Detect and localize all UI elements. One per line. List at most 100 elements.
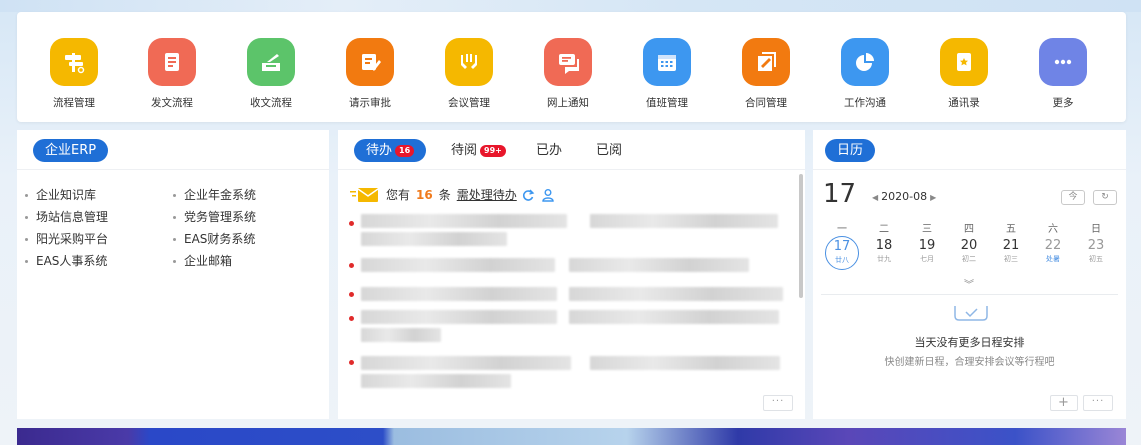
calendar-day[interactable]: 18 廿九 <box>867 238 901 264</box>
scrollbar[interactable] <box>799 174 803 298</box>
todo-item[interactable] <box>361 258 555 272</box>
todo-item[interactable] <box>361 232 507 246</box>
today-button[interactable]: 今 <box>1061 190 1085 205</box>
day-number: 23 <box>1087 238 1105 253</box>
empty-schedule-illustration-icon <box>954 306 988 321</box>
lunar-date: 七月 <box>920 255 934 263</box>
calendar-day[interactable]: 21 初三 <box>994 238 1028 264</box>
app-label: 收文流程 <box>250 97 292 109</box>
app-label: 发文流程 <box>151 97 193 109</box>
todo-item[interactable] <box>361 287 557 301</box>
app-label: 值班管理 <box>646 97 688 109</box>
empty-schedule-title: 当天没有更多日程安排 <box>914 336 1025 349</box>
erp-link[interactable]: 企业知识库 <box>24 184 108 206</box>
bottom-banner <box>17 428 1126 445</box>
app-label: 会议管理 <box>448 97 490 109</box>
empty-schedule-hint: 快创建新日程，合理安排会议等行程吧 <box>884 357 1055 368</box>
calendar-header: 日历 <box>813 130 1126 170</box>
erp-link[interactable]: 企业年金系统 <box>172 184 256 206</box>
to-read-badge: 99+ <box>480 144 506 157</box>
erp-link[interactable]: 阳光采购平台 <box>24 228 108 250</box>
calendar-day-weekend[interactable]: 23 初五 <box>1079 238 1113 264</box>
erp-panel: 企业ERP 企业知识库 场站信息管理 阳光采购平台 EAS人事系统 企业年金系统… <box>17 130 329 419</box>
list-bullet <box>349 221 354 226</box>
quick-app-bar: 流程管理 发文流程 收文流程 请示审批 会议管理 网上通知 值班管理 合同管理 … <box>17 12 1126 122</box>
day-number: 21 <box>1002 238 1020 253</box>
weekday-label: 五 <box>1006 224 1016 235</box>
user-icon[interactable] <box>541 188 555 202</box>
todo-item[interactable] <box>361 374 511 388</box>
tab-done[interactable]: 已办 <box>536 139 562 162</box>
app-more[interactable]: 更多 <box>1023 38 1103 110</box>
lunar-date: 初二 <box>962 255 976 263</box>
calendar-day[interactable]: 19 七月 <box>910 238 944 264</box>
erp-title: 企业ERP <box>33 139 109 162</box>
refresh-button[interactable]: ↻ <box>1093 190 1117 205</box>
pending-todo-link[interactable]: 需处理待办 <box>457 186 517 203</box>
app-meeting[interactable]: 会议管理 <box>429 38 509 110</box>
app-work-communication[interactable]: 工作沟通 <box>825 38 905 110</box>
app-label: 更多 <box>1052 97 1074 109</box>
signpost-icon <box>50 38 98 86</box>
erp-list-left: 企业知识库 场站信息管理 阳光采购平台 EAS人事系统 <box>24 184 108 272</box>
todo-item[interactable] <box>361 356 571 370</box>
todo-badge: 16 <box>395 144 415 157</box>
inbox-icon <box>247 38 295 86</box>
day-number: 19 <box>918 238 936 253</box>
header-background <box>0 0 1141 12</box>
tab-to-read[interactable]: 待阅 99+ <box>451 139 506 162</box>
pie-icon <box>841 38 889 86</box>
app-outgoing-document[interactable]: 发文流程 <box>132 38 212 110</box>
app-contacts[interactable]: 通讯录 <box>924 38 1004 110</box>
tab-label: 待办 <box>366 143 393 158</box>
todo-item[interactable] <box>361 214 567 228</box>
more-icon <box>1039 38 1087 86</box>
todo-item[interactable] <box>361 328 441 342</box>
todo-more-button[interactable]: ··· <box>763 395 793 411</box>
tab-todo[interactable]: 待办 16 <box>354 139 427 162</box>
expand-chevron-icon[interactable]: ︾ <box>964 276 974 291</box>
prev-month-icon[interactable]: ◀ <box>872 193 878 202</box>
month-switcher: ◀ 2020-08 ▶ <box>869 190 939 203</box>
erp-link[interactable]: 党务管理系统 <box>172 206 256 228</box>
refresh-icon[interactable] <box>521 188 535 202</box>
erp-link[interactable]: 企业邮箱 <box>172 250 256 272</box>
todo-count: 16 <box>416 187 433 202</box>
lunar-date: 初五 <box>1089 255 1103 263</box>
add-schedule-button[interactable]: + <box>1050 395 1078 411</box>
calendar-more-button[interactable]: ··· <box>1083 395 1113 411</box>
app-label: 通讯录 <box>948 97 980 109</box>
app-incoming-document[interactable]: 收文流程 <box>231 38 311 110</box>
next-month-icon[interactable]: ▶ <box>930 193 936 202</box>
erp-link[interactable]: EAS人事系统 <box>24 250 108 272</box>
todo-panel: 待办 16 待阅 99+ 已办 已阅 您有 16 条 需处理待办 ··· <box>338 130 805 419</box>
app-online-notice[interactable]: 网上通知 <box>528 38 608 110</box>
list-bullet <box>349 360 354 365</box>
erp-link[interactable]: EAS财务系统 <box>172 228 256 250</box>
day-number: 18 <box>875 238 893 253</box>
list-bullet <box>349 316 354 321</box>
erp-header: 企业ERP <box>17 130 329 170</box>
app-process-management[interactable]: 流程管理 <box>34 38 114 110</box>
app-contract[interactable]: 合同管理 <box>726 38 806 110</box>
calendar-panel: 日历 17 ◀ 2020-08 ▶ 今 ↻ 一 二 三 四 五 六 日 17 廿八 … <box>813 130 1126 419</box>
current-day: 17 <box>823 179 857 209</box>
app-approval[interactable]: 请示审批 <box>330 38 410 110</box>
weekday-label: 三 <box>922 224 932 235</box>
list-bullet <box>349 263 354 268</box>
solar-term: 处暑 <box>1046 255 1060 263</box>
tab-read[interactable]: 已阅 <box>596 139 622 162</box>
todo-item[interactable] <box>361 310 557 324</box>
calendar-day-today[interactable]: 17 廿八 <box>825 236 859 270</box>
calendar-title: 日历 <box>825 139 876 162</box>
edit-icon <box>346 38 394 86</box>
calendar-day[interactable]: 20 初二 <box>952 238 986 264</box>
calendar-day-weekend[interactable]: 22 处暑 <box>1036 238 1070 264</box>
weekday-label: 六 <box>1048 224 1058 235</box>
weekday-label: 一 <box>837 224 847 235</box>
notice-unit: 条 <box>438 188 451 202</box>
erp-link[interactable]: 场站信息管理 <box>24 206 108 228</box>
document-icon <box>148 38 196 86</box>
app-duty[interactable]: 值班管理 <box>627 38 707 110</box>
lunar-date: 初三 <box>1004 255 1018 263</box>
